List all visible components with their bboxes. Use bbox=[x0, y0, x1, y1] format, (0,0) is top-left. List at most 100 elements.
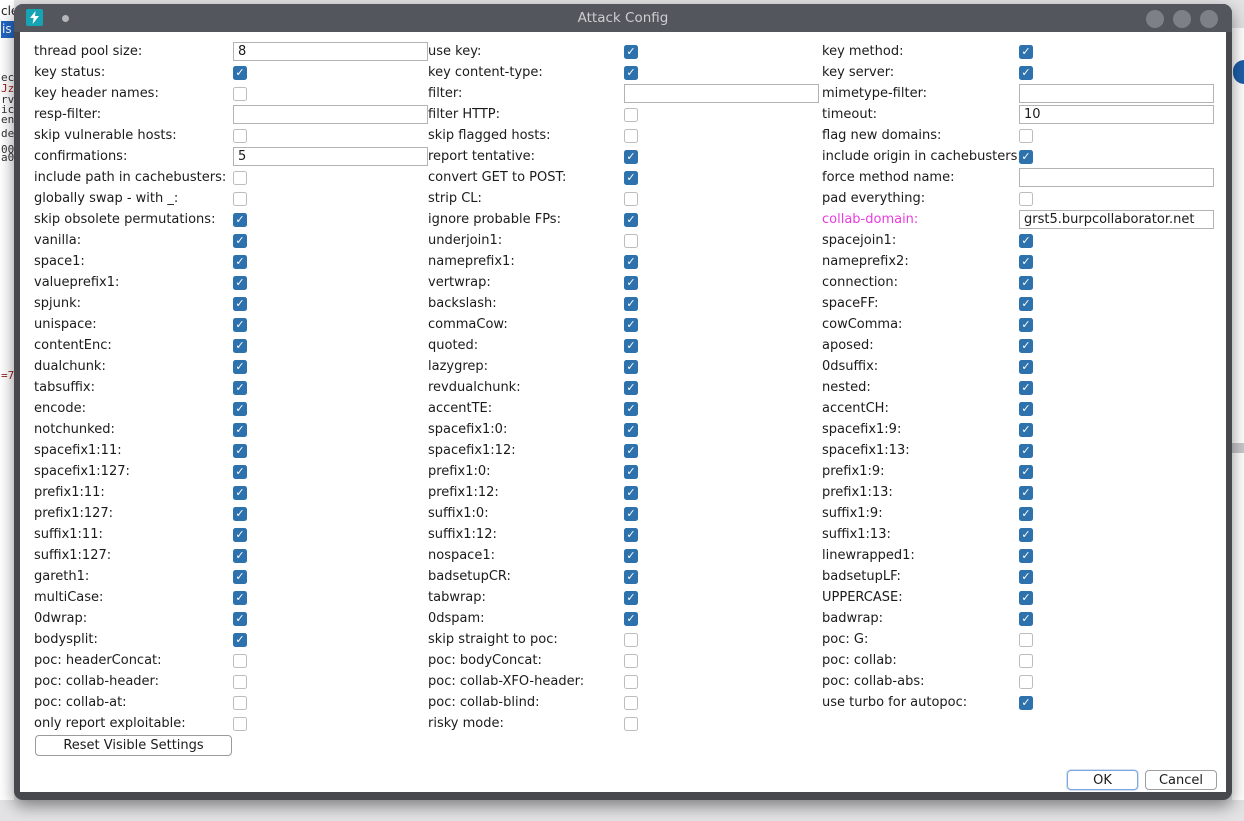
checkbox-checked[interactable]: ✓ bbox=[1019, 423, 1033, 437]
checkbox-unchecked[interactable] bbox=[1019, 192, 1033, 206]
checkbox-checked[interactable]: ✓ bbox=[624, 339, 638, 353]
checkbox-checked[interactable]: ✓ bbox=[624, 381, 638, 395]
titlebar[interactable]: Attack Config bbox=[14, 4, 1232, 32]
checkbox-checked[interactable]: ✓ bbox=[1019, 402, 1033, 416]
checkbox-unchecked[interactable] bbox=[624, 633, 638, 647]
ok-button[interactable]: OK bbox=[1067, 770, 1138, 790]
checkbox-checked[interactable]: ✓ bbox=[233, 402, 247, 416]
checkbox-unchecked[interactable] bbox=[1019, 633, 1033, 647]
cancel-button[interactable]: Cancel bbox=[1145, 770, 1217, 790]
checkbox-checked[interactable]: ✓ bbox=[1019, 591, 1033, 605]
checkbox-checked[interactable]: ✓ bbox=[624, 423, 638, 437]
checkbox-unchecked[interactable] bbox=[1019, 654, 1033, 668]
checkbox-checked[interactable]: ✓ bbox=[233, 486, 247, 500]
checkbox-checked[interactable]: ✓ bbox=[1019, 528, 1033, 542]
checkbox-unchecked[interactable] bbox=[624, 234, 638, 248]
checkbox-checked[interactable]: ✓ bbox=[1019, 276, 1033, 290]
checkbox-checked[interactable]: ✓ bbox=[1019, 507, 1033, 521]
checkbox-checked[interactable]: ✓ bbox=[1019, 318, 1033, 332]
text-field[interactable] bbox=[1019, 84, 1214, 103]
checkbox-unchecked[interactable] bbox=[624, 696, 638, 710]
checkbox-checked[interactable]: ✓ bbox=[1019, 465, 1033, 479]
checkbox-checked[interactable]: ✓ bbox=[233, 528, 247, 542]
checkbox-checked[interactable]: ✓ bbox=[233, 339, 247, 353]
checkbox-checked[interactable]: ✓ bbox=[233, 444, 247, 458]
checkbox-checked[interactable]: ✓ bbox=[233, 66, 247, 80]
checkbox-checked[interactable]: ✓ bbox=[624, 591, 638, 605]
checkbox-checked[interactable]: ✓ bbox=[624, 213, 638, 227]
checkbox-unchecked[interactable] bbox=[1019, 129, 1033, 143]
checkbox-checked[interactable]: ✓ bbox=[1019, 339, 1033, 353]
checkbox-checked[interactable]: ✓ bbox=[233, 255, 247, 269]
checkbox-unchecked[interactable] bbox=[233, 129, 247, 143]
checkbox-checked[interactable]: ✓ bbox=[233, 549, 247, 563]
checkbox-checked[interactable]: ✓ bbox=[233, 612, 247, 626]
checkbox-checked[interactable]: ✓ bbox=[233, 360, 247, 374]
checkbox-checked[interactable]: ✓ bbox=[1019, 612, 1033, 626]
checkbox-checked[interactable]: ✓ bbox=[233, 381, 247, 395]
text-field[interactable] bbox=[233, 42, 428, 61]
checkbox-checked[interactable]: ✓ bbox=[624, 402, 638, 416]
checkbox-checked[interactable]: ✓ bbox=[624, 171, 638, 185]
checkbox-checked[interactable]: ✓ bbox=[233, 633, 247, 647]
checkbox-checked[interactable]: ✓ bbox=[233, 591, 247, 605]
checkbox-checked[interactable]: ✓ bbox=[1019, 360, 1033, 374]
checkbox-unchecked[interactable] bbox=[233, 717, 247, 731]
checkbox-checked[interactable]: ✓ bbox=[624, 444, 638, 458]
checkbox-checked[interactable]: ✓ bbox=[624, 360, 638, 374]
checkbox-checked[interactable]: ✓ bbox=[1019, 486, 1033, 500]
checkbox-unchecked[interactable] bbox=[624, 129, 638, 143]
checkbox-checked[interactable]: ✓ bbox=[1019, 696, 1033, 710]
checkbox-unchecked[interactable] bbox=[233, 654, 247, 668]
checkbox-checked[interactable]: ✓ bbox=[1019, 66, 1033, 80]
checkbox-unchecked[interactable] bbox=[624, 108, 638, 122]
checkbox-checked[interactable]: ✓ bbox=[233, 213, 247, 227]
checkbox-unchecked[interactable] bbox=[624, 675, 638, 689]
checkbox-checked[interactable]: ✓ bbox=[1019, 150, 1033, 164]
checkbox-checked[interactable]: ✓ bbox=[233, 318, 247, 332]
text-field[interactable] bbox=[1019, 105, 1214, 124]
checkbox-checked[interactable]: ✓ bbox=[624, 276, 638, 290]
checkbox-checked[interactable]: ✓ bbox=[624, 549, 638, 563]
checkbox-unchecked[interactable] bbox=[624, 717, 638, 731]
text-field[interactable] bbox=[624, 84, 819, 103]
checkbox-checked[interactable]: ✓ bbox=[233, 276, 247, 290]
checkbox-checked[interactable]: ✓ bbox=[1019, 234, 1033, 248]
checkbox-checked[interactable]: ✓ bbox=[624, 486, 638, 500]
checkbox-checked[interactable]: ✓ bbox=[233, 423, 247, 437]
checkbox-checked[interactable]: ✓ bbox=[624, 318, 638, 332]
checkbox-unchecked[interactable] bbox=[233, 675, 247, 689]
text-field[interactable] bbox=[1019, 168, 1214, 187]
checkbox-checked[interactable]: ✓ bbox=[624, 507, 638, 521]
checkbox-unchecked[interactable] bbox=[233, 171, 247, 185]
checkbox-checked[interactable]: ✓ bbox=[233, 297, 247, 311]
checkbox-checked[interactable]: ✓ bbox=[624, 570, 638, 584]
text-field[interactable] bbox=[233, 147, 428, 166]
checkbox-unchecked[interactable] bbox=[624, 192, 638, 206]
checkbox-checked[interactable]: ✓ bbox=[1019, 255, 1033, 269]
text-field[interactable] bbox=[1019, 210, 1214, 229]
checkbox-checked[interactable]: ✓ bbox=[1019, 570, 1033, 584]
checkbox-checked[interactable]: ✓ bbox=[624, 255, 638, 269]
checkbox-unchecked[interactable] bbox=[233, 696, 247, 710]
checkbox-unchecked[interactable] bbox=[624, 654, 638, 668]
checkbox-checked[interactable]: ✓ bbox=[624, 66, 638, 80]
checkbox-checked[interactable]: ✓ bbox=[1019, 297, 1033, 311]
checkbox-checked[interactable]: ✓ bbox=[1019, 381, 1033, 395]
checkbox-unchecked[interactable] bbox=[233, 87, 247, 101]
text-field[interactable] bbox=[233, 105, 428, 124]
checkbox-checked[interactable]: ✓ bbox=[1019, 549, 1033, 563]
checkbox-checked[interactable]: ✓ bbox=[233, 507, 247, 521]
window-button-minimize[interactable] bbox=[1146, 10, 1164, 28]
checkbox-checked[interactable]: ✓ bbox=[233, 570, 247, 584]
checkbox-checked[interactable]: ✓ bbox=[1019, 45, 1033, 59]
checkbox-checked[interactable]: ✓ bbox=[624, 297, 638, 311]
window-button-maximize[interactable] bbox=[1173, 10, 1191, 28]
checkbox-unchecked[interactable] bbox=[1019, 675, 1033, 689]
checkbox-checked[interactable]: ✓ bbox=[624, 612, 638, 626]
checkbox-checked[interactable]: ✓ bbox=[624, 150, 638, 164]
checkbox-checked[interactable]: ✓ bbox=[624, 465, 638, 479]
window-button-close[interactable] bbox=[1200, 10, 1218, 28]
checkbox-unchecked[interactable] bbox=[233, 192, 247, 206]
checkbox-checked[interactable]: ✓ bbox=[624, 528, 638, 542]
